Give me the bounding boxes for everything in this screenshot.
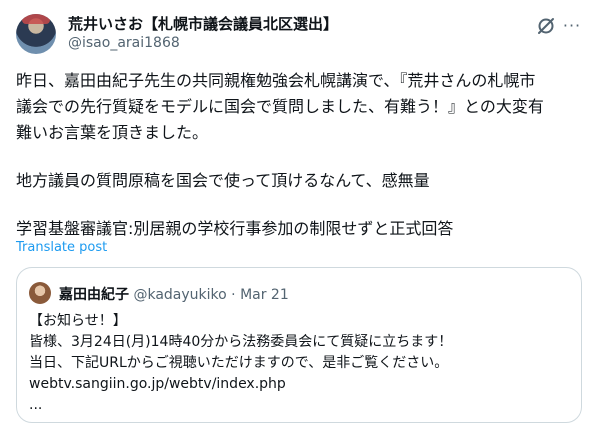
quoted-tweet-text: 【お知らせ！】 皆様、3月24日(月)14時40分から法務委員会にて質疑に立ちま… [29,311,569,416]
author-handle[interactable]: @isao_arai1868 [68,35,180,51]
tweet-line: 議会での先行質疑をモデルに国会で質問しました、有難う！』との大変有 [16,97,544,116]
quoted-tweet-header: 嘉田由紀子 @kadayukiko · Mar 21 [59,284,289,304]
author-avatar[interactable] [16,14,56,54]
quoted-author-avatar [29,282,51,304]
quoted-line: 当日、下記URLからご視聴いただけますので、是非ご覧ください。 [29,355,449,371]
quoted-url: webtv.sangiin.go.jp/webtv/index.php [29,376,286,392]
translate-post-link[interactable]: Translate post [16,240,107,255]
tweet-header: 荒井いさお【札幌市議会議員北区選出】 @isao_arai1868 ··· [16,12,582,56]
tweet-line: 地方議員の質問原稿を国会で使って頂けるなんて、感無量 [16,171,430,190]
quoted-author-name: 嘉田由紀子 [59,287,129,303]
author-name[interactable]: 荒井いさお【札幌市議会議員北区選出】 [68,13,338,34]
quoted-line: 皆様、3月24日(月)14時40分から法務委員会にて質疑に立ちます！ [29,334,453,350]
meta-separator: · [231,287,236,303]
more-icon[interactable]: ··· [562,16,582,36]
quoted-author-handle: @kadayukiko [133,287,227,303]
tweet-text: 昨日、嘉田由紀子先生の共同親権勉強会札幌講演で、『荒井さんの札幌市 議会での先行… [16,68,584,242]
quoted-tweet-card[interactable]: 嘉田由紀子 @kadayukiko · Mar 21 【お知らせ！】 皆様、3月… [16,267,582,423]
tweet-line: 学習基盤審議官:別居親の学校行事参加の制限せずと正式回答 [16,219,454,238]
tweet-line: 難いお言葉を頂きました。 [16,123,209,142]
quoted-line: 【お知らせ！】 [29,313,127,329]
tweet-line: 昨日、嘉田由紀子先生の共同親権勉強会札幌講演で、『荒井さんの札幌市 [16,71,536,90]
quoted-ellipsis: ... [29,397,43,413]
quoted-tweet-date: Mar 21 [240,287,289,303]
grok-icon[interactable] [536,16,556,36]
